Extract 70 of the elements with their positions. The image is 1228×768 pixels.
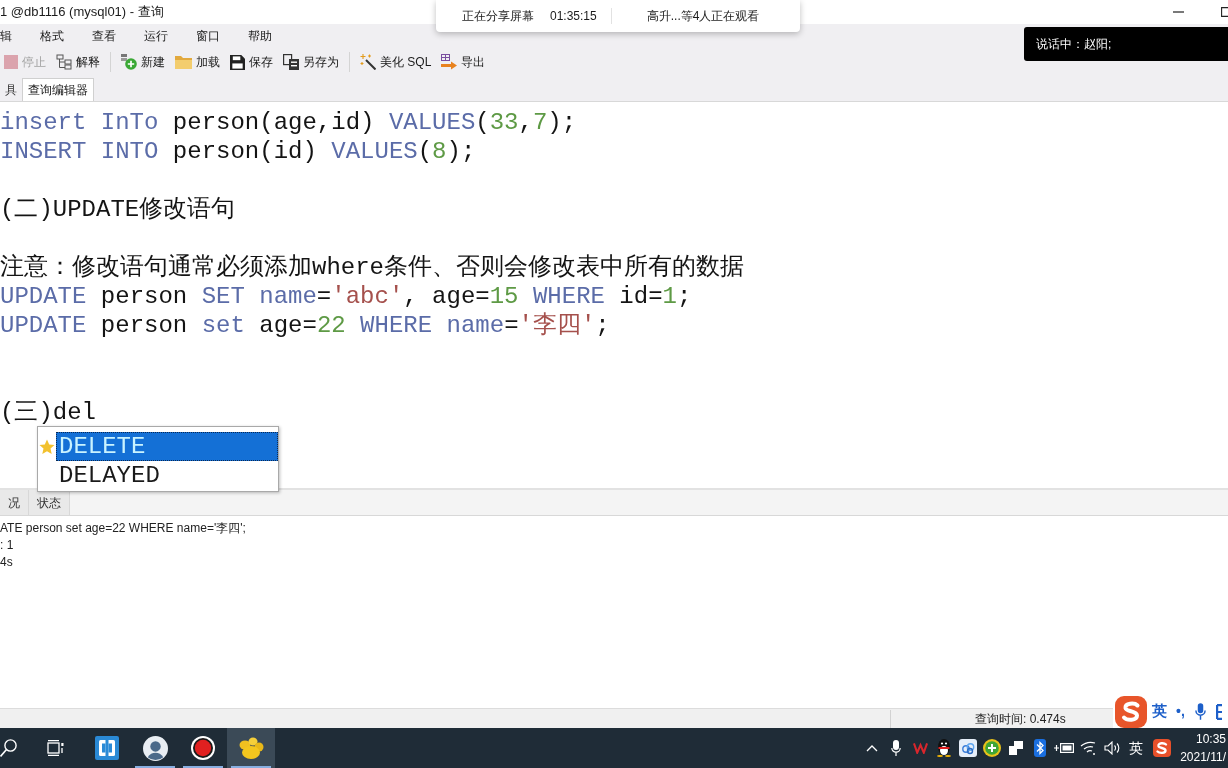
clock-time[interactable]: 10:35 <box>1195 730 1226 748</box>
cloud-icon[interactable] <box>959 739 977 757</box>
bubbles-icon <box>238 736 264 760</box>
wifi-icon[interactable] <box>1080 741 1096 755</box>
ime-punctuation[interactable]: •, <box>1176 701 1185 722</box>
query-time: 查询时间: 0.474s <box>975 710 1066 728</box>
avatar-icon <box>142 735 168 761</box>
toolbar-button[interactable]: 解释 <box>56 51 100 73</box>
plus-circle-icon[interactable] <box>983 739 1001 757</box>
menu-item[interactable]: 窗口 <box>196 27 220 45</box>
editor-tab[interactable]: 查询编辑器 <box>22 78 94 101</box>
microphone-icon[interactable] <box>891 740 901 756</box>
toolbar-button[interactable]: 导出 <box>441 51 486 73</box>
save-icon <box>230 54 245 70</box>
code-line: INSERT INTO person(id) VALUES(8); <box>0 137 476 166</box>
input-language[interactable]: 英 <box>1124 737 1148 759</box>
record-icon <box>191 736 215 760</box>
documents-icon <box>283 54 299 70</box>
result-tab[interactable]: 状态 <box>29 490 70 515</box>
code-line: (二)UPDATE修改语句 <box>0 195 236 224</box>
toolbar-button[interactable]: 另存为 <box>283 51 339 73</box>
star-icon <box>39 438 55 455</box>
message-line: : 1 <box>0 537 14 554</box>
editor-tab[interactable]: 具 <box>0 78 22 101</box>
speaker-status: 说话中：赵阳; <box>1036 36 1112 53</box>
bluetooth-icon[interactable] <box>1034 739 1046 757</box>
battery-icon[interactable] <box>1054 742 1074 754</box>
toolbar-button[interactable]: 新建 <box>121 51 165 73</box>
search-icon[interactable] <box>0 739 17 757</box>
toolbar-button[interactable]: 美化 SQL <box>360 51 432 73</box>
code-line: UPDATE person set age=22 WHERE name='李四'; <box>0 311 610 340</box>
share-status: 正在分享屏幕 <box>462 8 534 25</box>
penguin-icon[interactable] <box>936 739 952 757</box>
message-line: ATE person set age=22 WHERE name='李四'; <box>0 520 246 537</box>
message-line: 4s <box>0 554 13 571</box>
code-line: insert InTo person(age,id) VALUES(33,7); <box>0 108 577 137</box>
window-title: 1 @db1116 (mysql01) - 查询 <box>0 3 164 22</box>
new-table-icon <box>121 54 137 70</box>
share-timer: 01:35:15 <box>550 8 597 25</box>
toolbar-button[interactable]: 保存 <box>230 51 273 73</box>
s-logo-icon[interactable] <box>1153 739 1171 757</box>
toolbar-button[interactable]: 加载 <box>175 51 220 73</box>
clock-date[interactable]: 2021/11/ <box>1180 748 1226 766</box>
ime-mode[interactable]: 英 <box>1152 700 1167 723</box>
export-arrow-icon <box>441 54 458 70</box>
menu-item[interactable]: 帮助 <box>248 27 272 45</box>
chevron-up-icon[interactable] <box>866 744 878 752</box>
tree-diagram-icon <box>56 54 72 70</box>
viewer-count[interactable]: 高升...等4人正在观看 <box>646 7 760 25</box>
result-tab[interactable]: 况 <box>0 490 29 515</box>
taskbar-button[interactable] <box>227 728 275 768</box>
folder-icon <box>175 55 192 69</box>
magic-wand-icon <box>360 54 376 70</box>
menu-item[interactable]: 格式 <box>40 27 64 45</box>
menu-item[interactable]: 运行 <box>144 27 168 45</box>
autocomplete-item[interactable]: DELAYED <box>56 461 278 490</box>
task-view-icon[interactable] <box>47 740 65 756</box>
ime-icon[interactable] <box>1215 703 1222 720</box>
code-line: UPDATE person SET name='abc', age=15 WHERE id=1; <box>0 282 692 311</box>
code-line: 注意：修改语句通常必须添加where条件、否则会修改表中所有的数据 <box>0 253 744 282</box>
maximize-icon[interactable] <box>1221 7 1228 17</box>
autocomplete-item[interactable]: DELETE <box>56 432 278 461</box>
menu-item[interactable]: 辑 <box>0 27 12 45</box>
code-line: (三)del <box>0 398 96 427</box>
volume-icon[interactable] <box>1103 741 1121 755</box>
devices-icon[interactable] <box>1009 741 1023 755</box>
menu-item[interactable]: 查看 <box>92 27 116 45</box>
stop-icon <box>4 55 18 69</box>
bracket-tile-icon <box>95 736 119 760</box>
w-logo-icon[interactable] <box>912 742 928 754</box>
